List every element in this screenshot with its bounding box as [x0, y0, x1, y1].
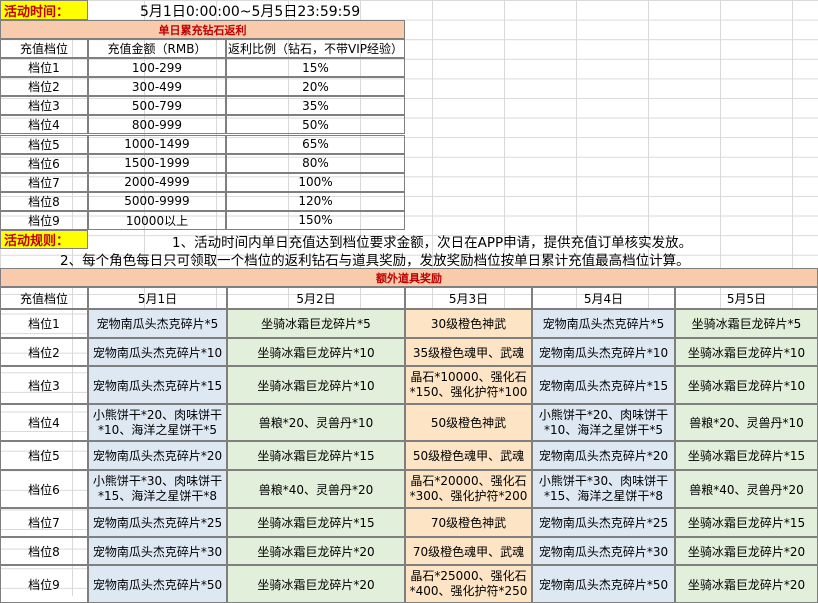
- rebate-cell: 1000-1499: [88, 134, 226, 154]
- rebate-header-cell: 充值金额（RMB）: [88, 39, 226, 59]
- rebate-cell: 档位4: [0, 115, 88, 135]
- rebate-cell: 50%: [226, 115, 405, 135]
- rebate-cell: 5000-9999: [88, 191, 226, 211]
- rebate-cell: 15%: [226, 58, 405, 78]
- extra-reward-cell: 坐骑冰霜巨龙碎片*10: [675, 338, 818, 366]
- extra-reward-cell: 小熊饼干*30、肉味饼干*15、海洋之星饼干*8: [532, 470, 675, 508]
- extra-reward-cell: 50级橙色神武: [405, 404, 532, 441]
- extra-reward-cell: 坐骑冰霜巨龙碎片*20: [227, 537, 405, 565]
- rebate-cell: 150%: [226, 210, 405, 230]
- extra-reward-cell: 50级橙色魂甲、武魂: [405, 441, 532, 470]
- extra-reward-cell: 坐骑冰霜巨龙碎片*10: [675, 366, 818, 404]
- extra-tier-cell: 档位8: [0, 537, 88, 565]
- extra-reward-cell: 小熊饼干*20、肉味饼干*10、海洋之星饼干*5: [532, 404, 675, 441]
- rebate-cell: 档位3: [0, 96, 88, 116]
- extra-reward-cell: 坐骑冰霜巨龙碎片*5: [227, 309, 405, 338]
- rebate-cell: 1500-1999: [88, 153, 226, 173]
- extra-reward-cell: 坐骑冰霜巨龙碎片*10: [227, 338, 405, 366]
- extra-reward-cell: 坐骑冰霜巨龙碎片*10: [227, 366, 405, 404]
- extra-header-cell: 5月1日: [88, 287, 227, 309]
- rules-line-1: 1、活动时间内单日充值达到档位要求金额，次日在APP申请，提供充值订单核实发放。: [172, 235, 693, 251]
- extra-reward-cell: 宠物南瓜头杰克碎片*30: [88, 537, 227, 565]
- extra-reward-cell: 宠物南瓜头杰克碎片*15: [532, 366, 675, 404]
- extra-reward-cell: 宠物南瓜头杰克碎片*30: [532, 537, 675, 565]
- extra-reward-cell: 坐骑冰霜巨龙碎片*5: [675, 309, 818, 338]
- extra-reward-cell: 小熊饼干*20、肉味饼干*10、海洋之星饼干*5: [88, 404, 227, 441]
- extra-reward-cell: 坐骑冰霜巨龙碎片*20: [675, 565, 818, 603]
- extra-header-cell: 5月3日: [405, 287, 532, 309]
- extra-tier-cell: 档位2: [0, 338, 88, 366]
- rebate-cell: 档位8: [0, 191, 88, 211]
- extra-tier-cell: 档位3: [0, 366, 88, 404]
- extra-reward-cell: 兽粮*40、灵兽丹*20: [227, 470, 405, 508]
- rebate-cell: 35%: [226, 96, 405, 116]
- rebate-cell: 20%: [226, 77, 405, 97]
- extra-tier-cell: 档位6: [0, 470, 88, 508]
- rebate-cell: 档位6: [0, 153, 88, 173]
- rebate-header-cell: 充值档位: [0, 39, 88, 59]
- rebate-cell: 档位5: [0, 134, 88, 154]
- extra-reward-cell: 30级橙色神武: [405, 309, 532, 338]
- extra-tier-cell: 档位5: [0, 441, 88, 470]
- extra-header-cell: 5月4日: [532, 287, 675, 309]
- extra-reward-cell: 坐骑冰霜巨龙碎片*15: [227, 441, 405, 470]
- extra-reward-cell: 宠物南瓜头杰克碎片*10: [532, 338, 675, 366]
- extra-reward-cell: 兽粮*20、灵兽丹*10: [227, 404, 405, 441]
- extra-reward-cell: 晶石*20000、强化石*300、强化护符*200: [405, 470, 532, 508]
- rebate-cell: 500-799: [88, 96, 226, 116]
- extra-reward-cell: 宠物南瓜头杰克碎片*10: [88, 338, 227, 366]
- extra-reward-cell: 宠物南瓜头杰克碎片*15: [88, 366, 227, 404]
- extra-reward-cell: 坐骑冰霜巨龙碎片*15: [675, 508, 818, 537]
- rebate-cell: 档位7: [0, 172, 88, 192]
- rebate-cell: 100%: [226, 172, 405, 192]
- extra-tier-cell: 档位7: [0, 508, 88, 537]
- extra-reward-cell: 兽粮*40、灵兽丹*20: [675, 470, 818, 508]
- extra-header-cell: 充值档位: [0, 287, 88, 309]
- rebate-cell: 65%: [226, 134, 405, 154]
- rebate-cell: 80%: [226, 153, 405, 173]
- rebate-cell: 100-299: [88, 58, 226, 78]
- rebate-title: 单日累充钻石返利: [0, 20, 405, 39]
- extra-title: 额外道具奖励: [0, 268, 818, 287]
- extra-reward-cell: 宠物南瓜头杰克碎片*20: [532, 441, 675, 470]
- extra-reward-cell: 宠物南瓜头杰克碎片*5: [532, 309, 675, 338]
- event-time-value: 5月1日0:00:00~5月5日23:59:59: [140, 4, 361, 20]
- rebate-cell: 120%: [226, 191, 405, 211]
- extra-reward-cell: 35级橙色魂甲、武魂: [405, 338, 532, 366]
- extra-tier-cell: 档位9: [0, 565, 88, 603]
- event-time-label: 活动时间：: [0, 0, 88, 20]
- rebate-cell: 300-499: [88, 77, 226, 97]
- extra-reward-cell: 宠物南瓜头杰克碎片*25: [88, 508, 227, 537]
- rebate-cell: 800-999: [88, 115, 226, 135]
- extra-reward-cell: 坐骑冰霜巨龙碎片*15: [675, 441, 818, 470]
- extra-reward-cell: 晶石*25000、强化石*400、强化护符*250: [405, 565, 532, 603]
- extra-header-cell: 5月5日: [675, 287, 818, 309]
- extra-reward-cell: 宠物南瓜头杰克碎片*50: [532, 565, 675, 603]
- extra-reward-cell: 宠物南瓜头杰克碎片*50: [88, 565, 227, 603]
- rebate-cell: 档位1: [0, 58, 88, 78]
- rebate-cell: 档位9: [0, 210, 88, 230]
- extra-header-cell: 5月2日: [227, 287, 405, 309]
- rebate-cell: 档位2: [0, 77, 88, 97]
- extra-reward-cell: 晶石*10000、强化石*150、强化护符*100: [405, 366, 532, 404]
- extra-reward-cell: 坐骑冰霜巨龙碎片*15: [227, 508, 405, 537]
- extra-reward-cell: 70级橙色神武: [405, 508, 532, 537]
- extra-reward-cell: 宠物南瓜头杰克碎片*20: [88, 441, 227, 470]
- extra-reward-cell: 宠物南瓜头杰克碎片*25: [532, 508, 675, 537]
- rebate-cell: 10000以上: [88, 210, 226, 230]
- extra-reward-cell: 70级橙色魂甲、武魂: [405, 537, 532, 565]
- extra-reward-cell: 坐骑冰霜巨龙碎片*20: [227, 565, 405, 603]
- extra-reward-cell: 兽粮*20、灵兽丹*10: [675, 404, 818, 441]
- rebate-header-cell: 返利比例（钻石，不带VIP经验）: [226, 39, 405, 59]
- rules-line-2: 2、每个角色每日只可领取一个档位的返利钻石与道具奖励，发放奖励档位按单日累计充值…: [60, 253, 690, 269]
- extra-reward-cell: 小熊饼干*30、肉味饼干*15、海洋之星饼干*8: [88, 470, 227, 508]
- extra-tier-cell: 档位1: [0, 309, 88, 338]
- rebate-cell: 2000-4999: [88, 172, 226, 192]
- rules-label: 活动规则：: [0, 230, 88, 249]
- extra-reward-cell: 宠物南瓜头杰克碎片*5: [88, 309, 227, 338]
- extra-tier-cell: 档位4: [0, 404, 88, 441]
- extra-reward-cell: 坐骑冰霜巨龙碎片*20: [675, 537, 818, 565]
